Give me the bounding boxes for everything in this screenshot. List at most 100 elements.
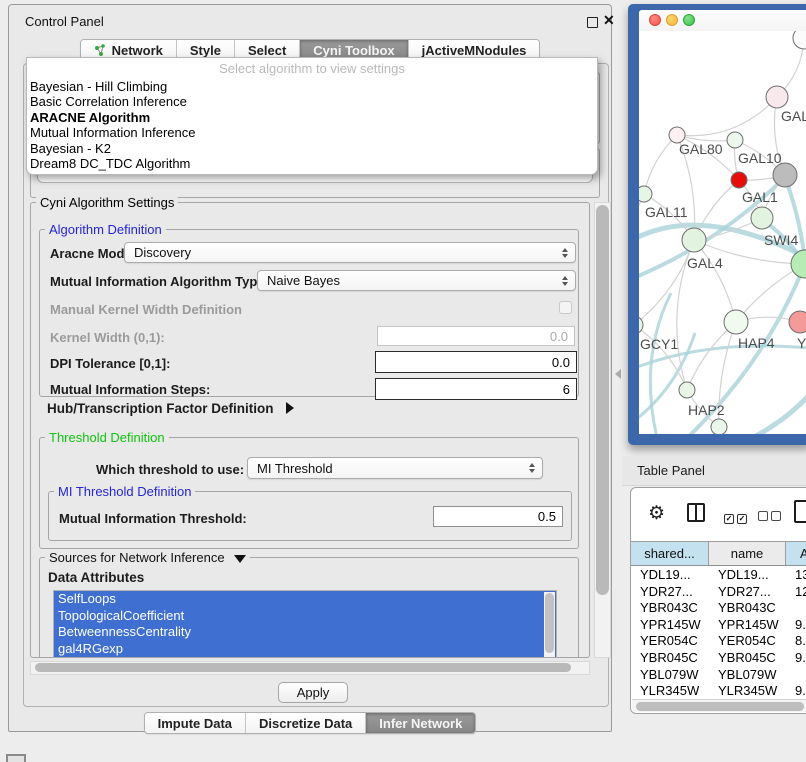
node-gray-node[interactable] — [773, 163, 797, 187]
table-panel: ⚙ ✓✓ shared...nameA YDL19...YDL19...13YD… — [630, 487, 806, 714]
table-cell: YBL079W — [631, 667, 709, 684]
node-gal-top[interactable] — [766, 86, 788, 108]
table-cell: YDR27... — [709, 584, 786, 601]
hub-definition-toggle[interactable]: Hub/Transcription Factor Definition — [47, 401, 294, 416]
apply-button[interactable]: Apply — [278, 682, 348, 703]
table-cell: YBR043C — [709, 600, 786, 617]
edge — [644, 135, 677, 194]
kernel-width-input[interactable]: 0.0 — [377, 326, 575, 346]
dpi-tolerance-input[interactable]: 0.0 — [375, 351, 577, 373]
table-row[interactable]: YER054CYER054C8. — [631, 633, 806, 650]
dropdown-item-aracne-algorithm[interactable]: ARACNE Algorithm — [27, 110, 597, 125]
algorithm-dropdown-list: Select algorithm to view settings Bayesi… — [26, 57, 598, 175]
node-label-hap4: HAP4 — [738, 335, 775, 351]
mi-threshold-label: Mutual Information Threshold: — [59, 511, 247, 526]
node-hap2[interactable] — [679, 382, 695, 398]
table-rows: YDL19...YDL19...13YDR27...YDR27...12YBR0… — [631, 567, 806, 700]
zoom-window-icon[interactable] — [683, 14, 695, 26]
dropdown-item-dream8-dc-tdc-algorithm[interactable]: Dream8 DC_TDC Algorithm — [27, 156, 597, 171]
which-threshold-select[interactable]: MI Threshold — [247, 457, 543, 479]
table-cell: 9. — [786, 617, 806, 634]
threshold-definition-group: Which threshold to use: MI Threshold Mut… — [39, 437, 579, 549]
column-header-a[interactable]: A — [786, 542, 806, 565]
gear-icon[interactable]: ⚙ — [648, 502, 665, 525]
float-window-icon[interactable] — [587, 17, 598, 28]
manual-kernel-width-checkbox[interactable] — [559, 301, 572, 314]
thick-edge — [735, 381, 806, 434]
column-header-name[interactable]: name — [709, 542, 786, 565]
dropdown-item-mutual-information-inference[interactable]: Mutual Information Inference — [27, 125, 597, 140]
table-cell — [786, 667, 806, 684]
minimize-window-icon[interactable] — [666, 14, 678, 26]
table-header-row[interactable]: shared...nameA — [631, 541, 806, 566]
node-label-gcy1: GCY1 — [640, 336, 678, 352]
split-columns-icon[interactable] — [687, 503, 705, 522]
node-swi4[interactable] — [751, 207, 773, 229]
attribute-item[interactable]: BetweennessCentrality — [54, 624, 556, 641]
table-row[interactable]: YBR045CYBR045C9. — [631, 650, 806, 667]
select-all-checks-icon[interactable]: ✓✓ — [724, 508, 750, 526]
table-cell: YPR145W — [709, 617, 786, 634]
network-canvas[interactable]: GALGAL80GAL10GAL1SWI4GAL11GAL4GCY1HAP4YH… — [639, 31, 806, 434]
node-label-gal80: GAL80 — [679, 141, 723, 157]
node-gal4[interactable] — [682, 228, 706, 252]
bottom-tab-impute-data[interactable]: Impute Data — [145, 713, 246, 733]
mi-algorithm-type-select[interactable]: Naive Bayes — [257, 270, 576, 291]
attribute-item[interactable]: gal4RGexp — [54, 641, 556, 658]
node-gal11[interactable] — [639, 186, 652, 202]
aracne-mode-select[interactable]: Discovery — [124, 242, 576, 263]
deselect-all-checks-icon[interactable] — [758, 508, 784, 526]
table-cell: YBL079W — [709, 667, 786, 684]
mi-threshold-input[interactable]: 0.5 — [433, 506, 563, 527]
edge — [677, 97, 777, 136]
node-big-green[interactable] — [791, 250, 806, 278]
new-table-icon[interactable] — [794, 500, 806, 523]
node-salmon[interactable] — [789, 311, 806, 333]
bottom-tab-infer-network[interactable]: Infer Network — [366, 713, 475, 733]
node-hap4[interactable] — [724, 310, 748, 334]
table-row[interactable]: YBR043CYBR043C — [631, 600, 806, 617]
mi-steps-label: Mutual Information Steps: — [50, 382, 210, 397]
close-panel-icon[interactable]: ✕ — [603, 12, 615, 29]
table-row[interactable]: YBL079WYBL079W — [631, 667, 806, 684]
node-gal10[interactable] — [727, 132, 743, 148]
which-threshold-label: Which threshold to use: — [96, 462, 244, 477]
table-cell: 12 — [786, 584, 806, 601]
table-cell: YLR345W — [631, 683, 709, 700]
attribute-item[interactable]: TopologicalCoefficient — [54, 608, 556, 625]
node-n-cut-top[interactable] — [793, 31, 806, 49]
table-row[interactable]: YLR345WYLR345W9. — [631, 683, 806, 700]
table-cell: 9. — [786, 683, 806, 700]
table-horizontal-scrollbar[interactable] — [632, 699, 806, 712]
network-window-titlebar[interactable] — [639, 10, 806, 31]
settings-horizontal-scrollbar[interactable] — [30, 661, 590, 675]
node-label-gal11: GAL11 — [645, 204, 688, 220]
manual-kernel-width-label: Manual Kernel Width Definition — [50, 302, 242, 317]
table-cell: YER054C — [631, 633, 709, 650]
dropdown-item-bayesian-k2[interactable]: Bayesian - K2 — [27, 141, 597, 156]
data-attributes-list[interactable]: SelfLoopsTopologicalCoefficientBetweenne… — [53, 590, 557, 658]
bottom-tab-discretize-data[interactable]: Discretize Data — [246, 713, 366, 733]
threshold-definition-title: Threshold Definition — [45, 430, 169, 445]
dropdown-item-basic-correlation-inference[interactable]: Basic Correlation Inference — [27, 94, 597, 109]
node-n-cut-bottom[interactable] — [711, 419, 727, 434]
mi-steps-input[interactable]: 6 — [375, 378, 577, 400]
column-header-shared-[interactable]: shared... — [631, 542, 709, 565]
dropdown-item-bayesian-hill-climbing[interactable]: Bayesian - Hill Climbing — [27, 79, 597, 94]
sources-group-title[interactable]: Sources for Network Inference — [45, 550, 250, 565]
data-attributes-label: Data Attributes — [48, 570, 144, 585]
table-row[interactable]: YDR27...YDR27...12 — [631, 584, 806, 601]
table-row[interactable]: YPR145WYPR145W9. — [631, 617, 806, 634]
bottom-tab-bar: Impute DataDiscretize DataInfer Network — [9, 712, 611, 734]
node-gal1[interactable] — [731, 172, 747, 188]
network-icon — [94, 44, 107, 57]
attributes-scrollbar[interactable] — [544, 592, 555, 658]
attribute-item[interactable]: SelfLoops — [54, 591, 556, 608]
settings-vertical-scrollbar[interactable] — [594, 202, 611, 658]
close-window-icon[interactable] — [649, 14, 661, 26]
edge — [639, 194, 644, 325]
panel-splitter-handle[interactable] — [615, 369, 621, 379]
cut-off-icon[interactable] — [6, 754, 26, 762]
table-row[interactable]: YDL19...YDL19...13 — [631, 567, 806, 584]
tab-label: Select — [248, 43, 286, 58]
